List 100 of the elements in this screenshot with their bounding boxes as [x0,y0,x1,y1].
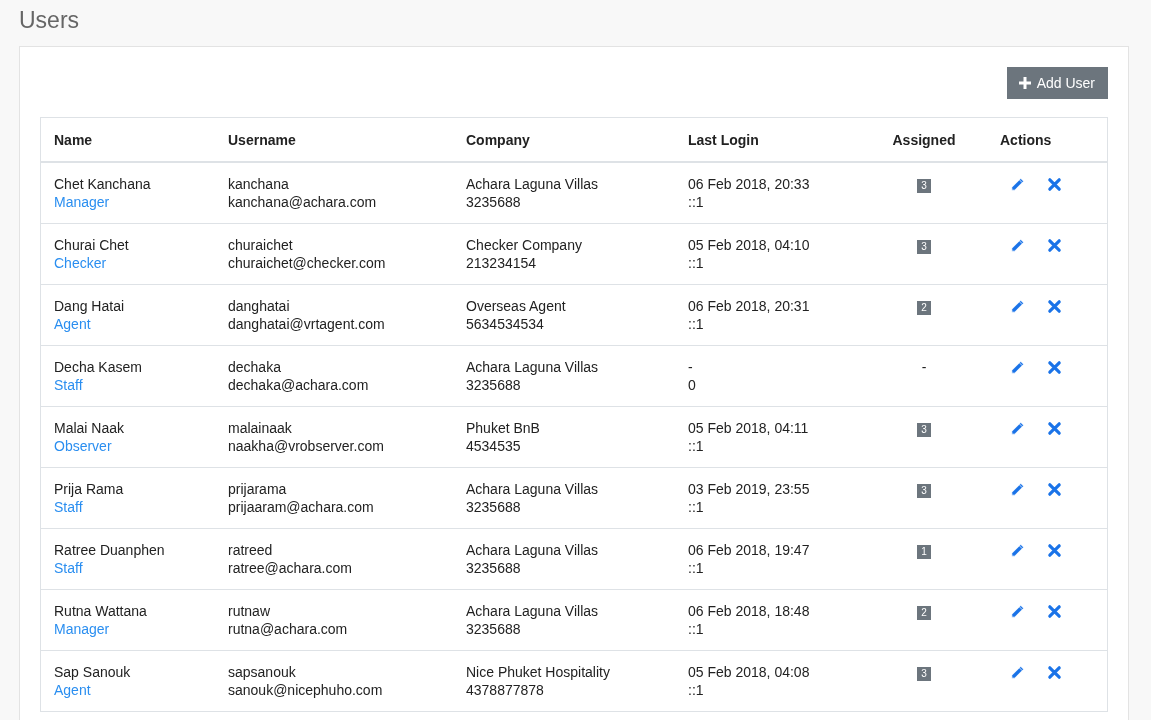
edit-icon[interactable] [1010,665,1025,680]
email: rutna@achara.com [228,620,349,638]
company-phone: 3235688 [466,620,522,638]
login-ip: ::1 [688,437,705,455]
email: prijaaram@achara.com [228,498,375,516]
assigned-count: 3 [917,667,931,681]
login-ip: ::1 [688,254,705,272]
edit-icon[interactable] [1010,238,1025,253]
username: sapsanouk [228,663,297,681]
assigned-count: 3 [917,179,931,193]
role-link[interactable]: Manager [54,620,110,638]
last-login-time: 05 Feb 2018, 04:08 [688,663,811,681]
username: rutnaw [228,602,272,620]
login-ip: ::1 [688,193,705,211]
edit-icon[interactable] [1010,421,1025,436]
edit-icon[interactable] [1010,299,1025,314]
user-name: Churai Chet [54,236,130,254]
user-name: Malai Naak [54,419,126,437]
email: naakha@vrobserver.com [228,437,385,455]
login-ip: ::1 [688,681,705,699]
username: danghatai [228,297,291,315]
last-login-time: 03 Feb 2019, 23:55 [688,480,811,498]
delete-icon[interactable] [1047,543,1062,558]
company-phone: 4378877878 [466,681,545,699]
company-name: Achara Laguna Villas [466,358,600,376]
assigned-count: 3 [917,240,931,254]
role-link[interactable]: Staff [54,498,83,516]
column-header: Company [453,117,675,162]
role-link[interactable]: Agent [54,681,91,699]
delete-icon[interactable] [1047,665,1062,680]
column-header: Username [215,117,453,162]
login-ip: ::1 [688,498,705,516]
email: churaichet@checker.com [228,254,387,272]
email: sanouk@nicephuho.com [228,681,384,699]
page-title: Users [19,6,81,35]
company-name: Nice Phuket Hospitality [466,663,611,681]
assigned-count: 3 [917,484,931,498]
company-phone: 3235688 [466,559,522,577]
last-login-time: 05 Feb 2018, 04:11 [688,419,810,437]
role-link[interactable]: Observer [54,437,112,455]
role-link[interactable]: Agent [54,315,91,333]
delete-icon[interactable] [1047,604,1062,619]
email: kanchana@achara.com [228,193,378,211]
login-ip: 0 [688,376,697,394]
role-link[interactable]: Checker [54,254,107,272]
delete-icon[interactable] [1047,421,1062,436]
add-user-button[interactable]: Add User [1006,67,1108,99]
company-name: Overseas Agent [466,297,567,315]
login-ip: ::1 [688,559,705,577]
delete-icon[interactable] [1047,238,1062,253]
delete-icon[interactable] [1047,482,1062,497]
column-header: Assigned [861,117,987,162]
assigned-count: 3 [917,423,931,437]
username: kanchana [228,175,290,193]
edit-icon[interactable] [1010,604,1025,619]
company-phone: 4534535 [466,437,522,455]
delete-icon[interactable] [1047,177,1062,192]
delete-icon[interactable] [1047,360,1062,375]
last-login-time: 06 Feb 2018, 20:33 [688,175,811,193]
user-name: Rutna Wattana [54,602,148,620]
company-name: Achara Laguna Villas [466,602,600,620]
company-phone: 5634534534 [466,315,545,333]
username: malainaak [228,419,293,437]
user-name: Sap Sanouk [54,663,132,681]
company-phone: 3235688 [466,376,522,394]
edit-icon[interactable] [1010,177,1025,192]
last-login-time: 05 Feb 2018, 04:10 [688,236,811,254]
login-ip: ::1 [688,620,705,638]
column-header: Name [40,117,215,162]
last-login-time: - [688,358,694,376]
user-name: Dang Hatai [54,297,126,315]
role-link[interactable]: Staff [54,559,83,577]
username: churaichet [228,236,294,254]
company-phone: 3235688 [466,498,522,516]
edit-icon[interactable] [1010,360,1025,375]
assigned-count: 1 [917,545,931,559]
last-login-time: 06 Feb 2018, 20:31 [688,297,811,315]
company-name: Achara Laguna Villas [466,480,600,498]
company-name: Achara Laguna Villas [466,541,600,559]
role-link[interactable]: Staff [54,376,83,394]
company-name: Achara Laguna Villas [466,175,600,193]
user-name: Prija Rama [54,480,125,498]
assigned-count: - [921,359,927,375]
role-link[interactable]: Manager [54,193,110,211]
column-header: Last Login [675,117,861,162]
login-ip: ::1 [688,315,705,333]
email: ratree@achara.com [228,559,353,577]
plus-icon [1018,77,1031,89]
email: danghatai@vrtagent.com [228,315,386,333]
company-phone: 213234154 [466,254,538,272]
edit-icon[interactable] [1010,482,1025,497]
user-name: Decha Kasem [54,358,143,376]
username: dechaka [228,358,282,376]
column-header: Actions [987,117,1108,162]
last-login-time: 06 Feb 2018, 18:48 [688,602,811,620]
email: dechaka@achara.com [228,376,370,394]
delete-icon[interactable] [1047,299,1062,314]
last-login-time: 06 Feb 2018, 19:47 [688,541,811,559]
edit-icon[interactable] [1010,543,1025,558]
user-name: Chet Kanchana [54,175,152,193]
